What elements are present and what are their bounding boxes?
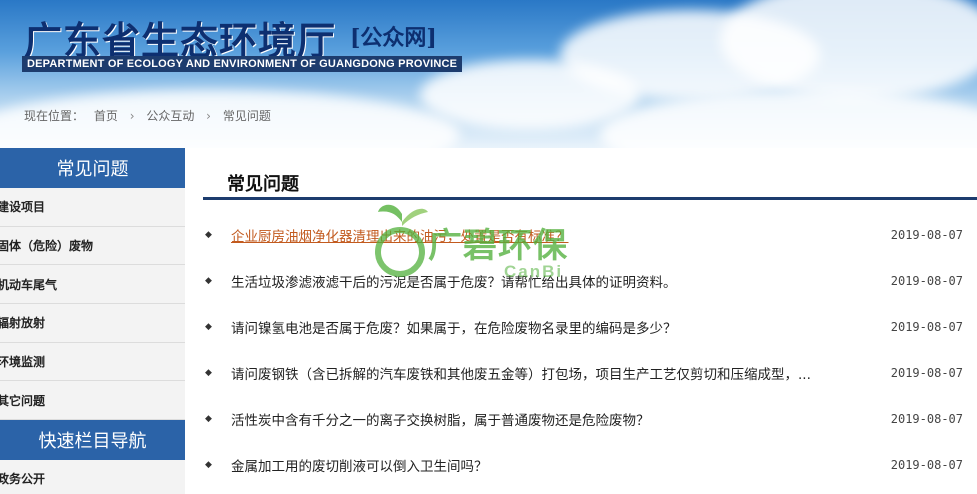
- title-divider: [203, 197, 977, 200]
- list-item: ◆ 请问废钢铁（含已拆解的汽车废铁和其他废五金等）打包场，项目生产工艺仅剪切和压…: [203, 350, 977, 396]
- sidebar-item-radiation[interactable]: 辐射放射: [0, 304, 185, 343]
- faq-date: 2019-08-07: [890, 412, 963, 426]
- faq-link[interactable]: 请问废钢铁（含已拆解的汽车废铁和其他废五金等）打包场，项目生产工艺仅剪切和压缩成…: [231, 363, 811, 383]
- site-subtitle: [公众网]: [350, 25, 437, 51]
- site-header: 广东省生态环境厅 [公众网] DEPARTMENT OF ECOLOGY AND…: [0, 0, 977, 148]
- list-item: ◆ 生活垃圾渗滤液滤干后的污泥是否属于危废？请帮忙给出具体的证明资料。 2019…: [203, 258, 977, 304]
- faq-link[interactable]: 金属加工用的废切削液可以倒入卫生间吗？: [231, 455, 488, 475]
- bullet-icon: ◆: [205, 230, 212, 240]
- breadcrumb-label: 现在位置：: [24, 109, 85, 123]
- list-item: ◆ 金属加工用的废切削液可以倒入卫生间吗？ 2019-08-07: [203, 442, 977, 488]
- sidebar-item-solid-waste[interactable]: 固体（危险）废物: [0, 227, 185, 266]
- sidebar-nav-gov-affairs[interactable]: 政务公开: [0, 460, 185, 494]
- bullet-icon: ◆: [205, 460, 212, 470]
- page-title: 常见问题: [227, 174, 299, 195]
- faq-link[interactable]: 请问镍氢电池是否属于危废？如果属于，在危险废物名录里的编码是多少？: [231, 317, 677, 337]
- faq-link[interactable]: 生活垃圾渗滤液滤干后的污泥是否属于危废？请帮忙给出具体的证明资料。: [231, 271, 677, 291]
- faq-date: 2019-08-07: [890, 320, 963, 334]
- faq-link[interactable]: 企业厨房油烟净化器清理出来的油污，处置是否有标准？: [231, 225, 569, 245]
- breadcrumb-separator: ›: [129, 109, 135, 123]
- faq-list: ◆ 企业厨房油烟净化器清理出来的油污，处置是否有标准？ 2019-08-07 ◆…: [203, 212, 977, 488]
- breadcrumb-home[interactable]: 首页: [94, 109, 118, 123]
- sidebar-item-vehicle-exhaust[interactable]: 机动车尾气: [0, 265, 185, 305]
- breadcrumb-interaction[interactable]: 公众互动: [146, 109, 194, 123]
- sidebar-faq-heading: 常见问题: [0, 148, 185, 188]
- faq-date: 2019-08-07: [890, 458, 963, 472]
- bullet-icon: ◆: [205, 276, 212, 286]
- sidebar-item-construction[interactable]: 建设项目: [0, 188, 185, 227]
- faq-link[interactable]: 活性炭中含有千分之一的离子交换树脂，属于普通废物还是危险废物？: [231, 409, 650, 429]
- faq-date: 2019-08-07: [890, 274, 963, 288]
- list-item: ◆ 请问镍氢电池是否属于危废？如果属于，在危险废物名录里的编码是多少？ 2019…: [203, 304, 977, 350]
- list-item: ◆ 企业厨房油烟净化器清理出来的油污，处置是否有标准？ 2019-08-07: [203, 212, 977, 258]
- main-content: 常见问题 ◆ 企业厨房油烟净化器清理出来的油污，处置是否有标准？ 2019-08…: [203, 148, 977, 494]
- sidebar: 常见问题 建设项目 固体（危险）废物 机动车尾气 辐射放射 环境监测 其它问题 …: [0, 148, 185, 494]
- breadcrumb-faq[interactable]: 常见问题: [223, 109, 271, 123]
- breadcrumb-separator: ›: [206, 109, 211, 123]
- bullet-icon: ◆: [205, 414, 212, 424]
- site-english-name: DEPARTMENT OF ECOLOGY AND ENVIRONMENT OF…: [22, 56, 463, 72]
- breadcrumb: 现在位置： 首页 › 公众互动 › 常见问题: [24, 107, 271, 124]
- cloud-decoration: [600, 90, 977, 148]
- sidebar-quicknav-heading: 快速栏目导航: [0, 420, 185, 461]
- faq-date: 2019-08-07: [890, 366, 963, 380]
- sidebar-item-monitoring[interactable]: 环境监测: [0, 343, 185, 382]
- bullet-icon: ◆: [205, 368, 212, 378]
- sidebar-item-other[interactable]: 其它问题: [0, 381, 185, 421]
- faq-date: 2019-08-07: [890, 228, 963, 242]
- bullet-icon: ◆: [205, 322, 212, 332]
- list-item: ◆ 活性炭中含有千分之一的离子交换树脂，属于普通废物还是危险废物？ 2019-0…: [203, 396, 977, 442]
